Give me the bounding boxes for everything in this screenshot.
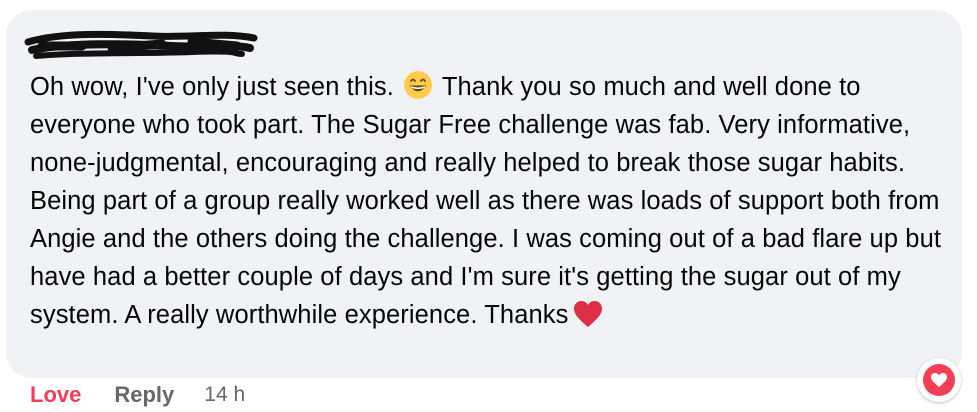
- red-heart-emoji-icon: [574, 301, 603, 327]
- love-button[interactable]: Love: [30, 382, 81, 408]
- reply-button[interactable]: Reply: [114, 382, 174, 408]
- grinning-emoji-icon: [404, 71, 433, 99]
- comment-text-part-2: Thank you so much and well done to every…: [30, 73, 942, 329]
- love-reaction-badge[interactable]: [917, 358, 961, 402]
- heart-icon: [931, 373, 947, 387]
- comment-timestamp[interactable]: 14 h: [204, 383, 245, 407]
- comment-bubble: Oh wow, I've only just seen this. Thank …: [6, 10, 962, 378]
- redacted-author-name: [24, 30, 258, 59]
- love-reaction-circle: [923, 364, 955, 396]
- comment-text: Oh wow, I've only just seen this. Thank …: [30, 68, 942, 334]
- comment-actions: Love Reply 14 h: [30, 380, 245, 410]
- comment-text-part-1: Oh wow, I've only just seen this.: [30, 73, 394, 101]
